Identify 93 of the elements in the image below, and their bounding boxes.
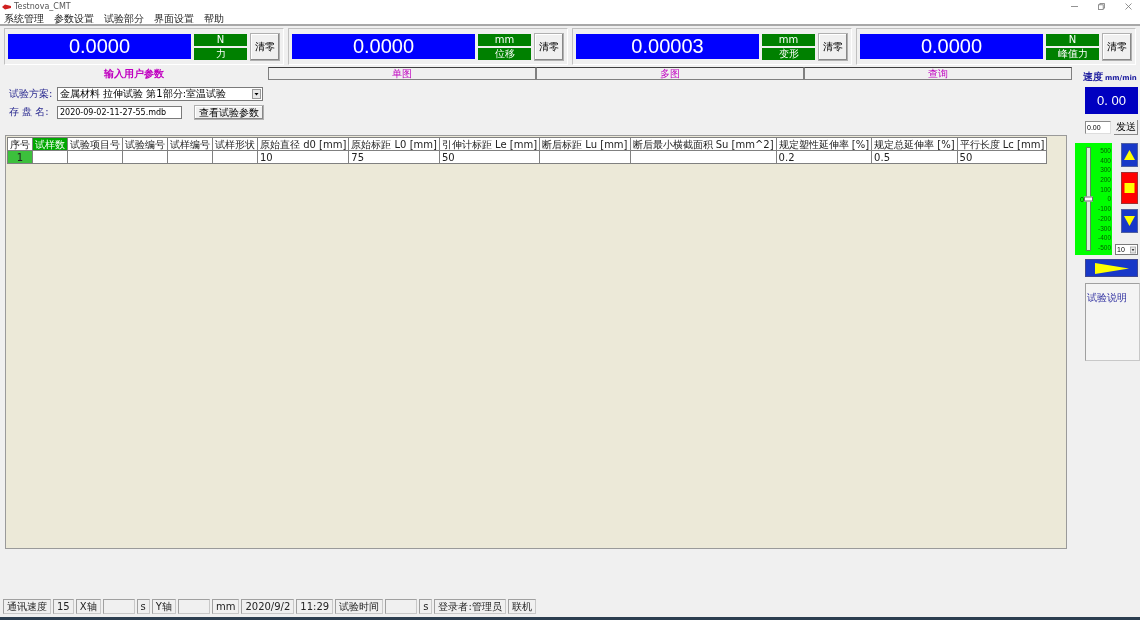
table-cell[interactable]: 0.5	[871, 150, 958, 164]
tab[interactable]: 单图	[268, 67, 536, 80]
channel-label: 力	[194, 47, 247, 60]
column-header[interactable]: 试验项目号	[67, 137, 123, 151]
menu-item[interactable]: 参数设置	[54, 12, 94, 25]
table-cell[interactable]	[212, 150, 258, 164]
run-button[interactable]	[1085, 259, 1138, 277]
table-cell[interactable]: 10	[257, 150, 349, 164]
menu-item[interactable]: 系统管理	[4, 12, 44, 25]
status-cell: 登录者:管理员	[434, 599, 506, 614]
status-cell: s	[419, 599, 433, 614]
table-cell[interactable]	[167, 150, 213, 164]
window-title: Testnova_CMT	[14, 2, 71, 11]
status-cell: mm	[211, 599, 240, 614]
column-header[interactable]: 断后最小横截面积 Su [mm^2]	[630, 137, 777, 151]
column-header[interactable]: 试验编号	[122, 137, 168, 151]
status-cell: 15	[53, 599, 74, 614]
column-header[interactable]: 原始直径 d0 [mm]	[257, 137, 349, 151]
slider-track[interactable]	[1086, 147, 1091, 251]
jog-down-button[interactable]	[1121, 209, 1138, 233]
unit-label: N	[1046, 33, 1099, 46]
form-label: 存 盘 名:	[9, 105, 50, 119]
filename-field[interactable]: 2020-09-02-11-27-55.mdb	[57, 105, 182, 119]
unit-label: N	[194, 33, 247, 46]
channel-label: 变形	[762, 47, 815, 60]
table-cell[interactable]	[122, 150, 168, 164]
zero-button[interactable]: 清零	[818, 32, 848, 61]
menu-item[interactable]: 界面设置	[154, 12, 194, 25]
column-header[interactable]: 平行长度 Lc [mm]	[957, 137, 1047, 151]
stop-icon	[1124, 183, 1135, 193]
scheme-dropdown[interactable]: 金属材料 拉伸试验 第1部分:室温试验	[57, 87, 263, 101]
column-header[interactable]: 引伸计标距 Le [mm]	[439, 137, 540, 151]
column-header[interactable]: 序号	[7, 137, 33, 151]
status-cell: Y轴	[151, 599, 176, 614]
status-cell: 联机	[507, 599, 536, 614]
status-field	[177, 599, 210, 614]
close-icon[interactable]	[1125, 3, 1132, 10]
status-field	[385, 599, 418, 614]
table-cell[interactable]: 50	[439, 150, 540, 164]
column-header[interactable]: 断后标距 Lu [mm]	[539, 137, 631, 151]
table-cell[interactable]: 75	[348, 150, 440, 164]
readout-display: 0.0000	[292, 34, 475, 59]
table-cell[interactable]	[630, 150, 777, 164]
status-cell: 试验时间	[335, 599, 384, 614]
status-cell: X轴	[75, 599, 101, 614]
zero-button[interactable]: 清零	[1102, 32, 1132, 61]
minimize-icon[interactable]	[1071, 3, 1078, 10]
unit-label: mm	[762, 33, 815, 46]
stop-button[interactable]	[1121, 172, 1138, 204]
status-field	[102, 599, 135, 614]
status-cell: s	[136, 599, 150, 614]
form-label: 试验方案:	[9, 87, 54, 101]
triangle-up-icon	[1124, 150, 1135, 160]
caret-icon[interactable]	[1130, 245, 1136, 254]
channel-label: 位移	[478, 47, 531, 60]
column-header[interactable]: 试样编号	[167, 137, 213, 151]
channel-label: 峰值力	[1046, 47, 1099, 60]
unit-label: mm	[478, 33, 531, 46]
restore-icon[interactable]	[1098, 3, 1105, 10]
status-cell: 11:29	[296, 599, 334, 614]
app-logo-icon	[2, 3, 11, 10]
speed-display: 0. 00	[1085, 87, 1138, 114]
column-header[interactable]: 规定总延伸率 [%]	[871, 137, 958, 151]
status-cell: 2020/9/2	[241, 599, 295, 614]
column-header[interactable]: 规定塑性延伸率 [%]	[776, 137, 872, 151]
view-params-button[interactable]: 查看试验参数	[194, 104, 264, 120]
table-cell[interactable]: 0.2	[776, 150, 872, 164]
readout-display: 0.0000	[860, 34, 1043, 59]
table-cell[interactable]	[32, 150, 68, 164]
triangle-down-icon	[1124, 216, 1135, 226]
caret-icon[interactable]	[252, 89, 261, 99]
zero-button[interactable]: 清零	[534, 32, 564, 61]
column-header[interactable]: 试样形状	[212, 137, 258, 151]
readout-display: 0.0000	[8, 34, 191, 59]
jog-up-button[interactable]	[1121, 143, 1138, 167]
table-cell[interactable]	[67, 150, 123, 164]
column-header[interactable]: 原始标距 L0 [mm]	[348, 137, 440, 151]
menu-item[interactable]: 试验部分	[104, 12, 144, 25]
play-icon	[1094, 262, 1129, 274]
slider-thumb[interactable]	[1084, 196, 1093, 202]
status-cell: 通讯速度	[3, 599, 51, 614]
tab[interactable]: 多图	[536, 67, 804, 80]
notes-label: 试验说明	[1087, 292, 1127, 303]
table-cell[interactable]	[539, 150, 631, 164]
zero-button[interactable]: 清零	[250, 32, 280, 61]
tab[interactable]: 输入用户参数	[0, 67, 268, 80]
send-button[interactable]: 发送	[1114, 120, 1138, 135]
notes-area[interactable]: 试验说明	[1085, 283, 1140, 361]
readout-display: 0.00003	[576, 34, 759, 59]
table-cell[interactable]: 50	[957, 150, 1047, 164]
menu-item[interactable]: 帮助	[204, 12, 224, 25]
tab[interactable]: 查询	[804, 67, 1072, 80]
speed-label: 速度	[1083, 70, 1103, 84]
